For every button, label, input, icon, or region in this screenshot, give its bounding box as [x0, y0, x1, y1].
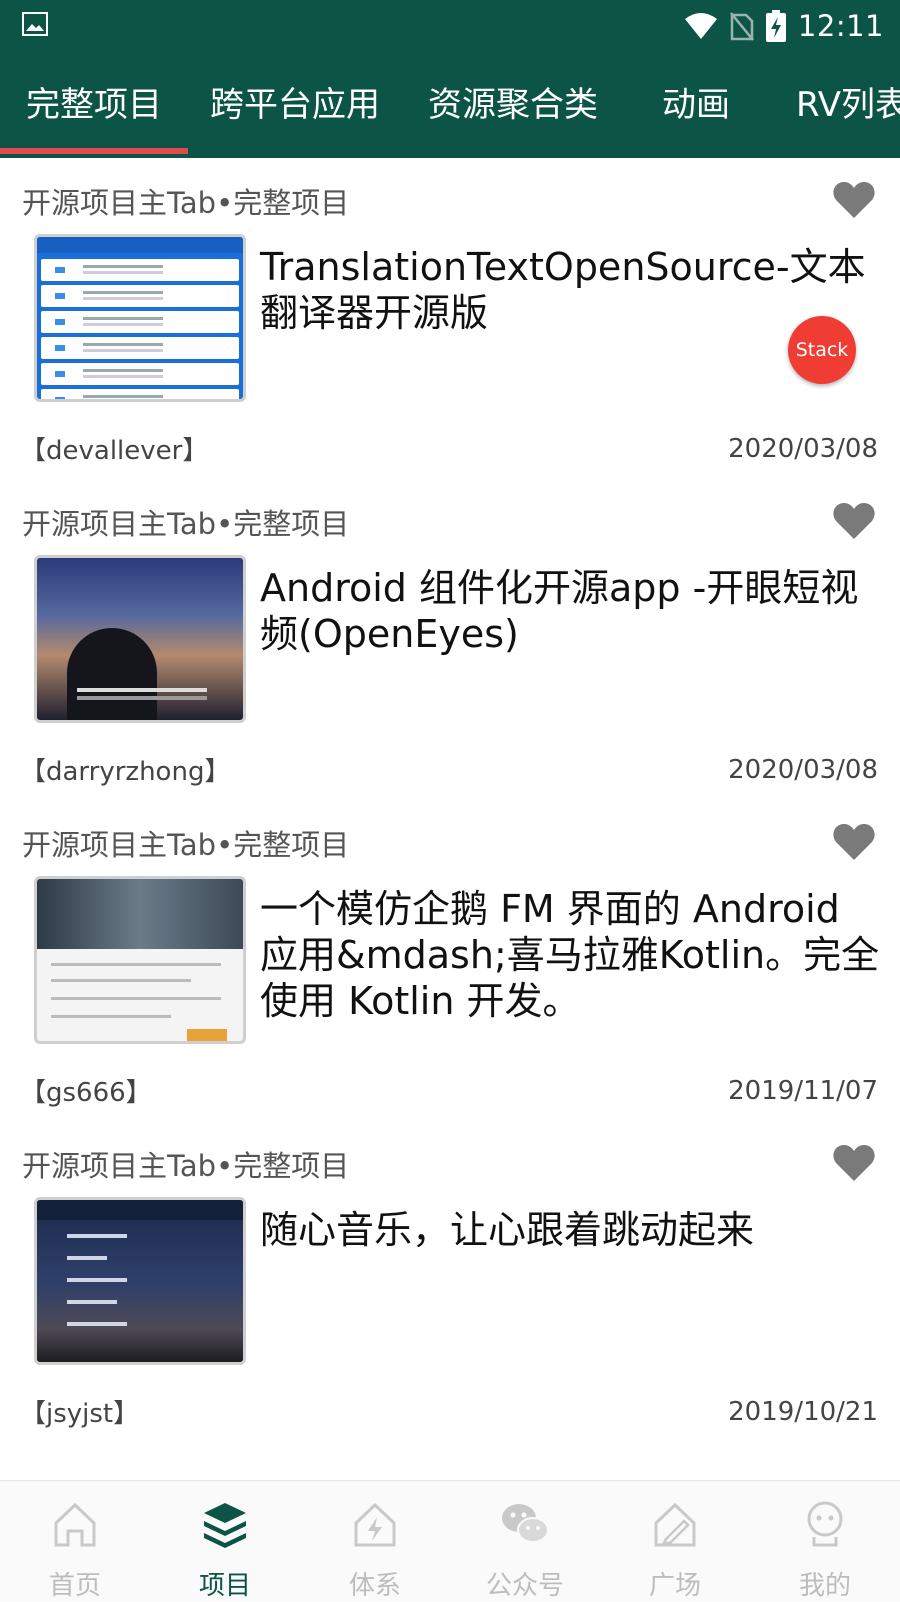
project-feed[interactable]: 开源项目主Tab•完整项目 TranslationTextOpenSource-…	[0, 158, 900, 1480]
favorite-heart-icon[interactable]	[832, 501, 876, 541]
battery-charging-icon	[765, 10, 786, 42]
nav-label: 我的	[798, 1571, 851, 1601]
card-category: 开源项目主Tab•完整项目	[22, 828, 350, 862]
plaza-icon	[654, 1502, 696, 1547]
nav-label: 首页	[48, 1571, 101, 1601]
project-title[interactable]: 一个模仿企鹅 FM 界面的 Android 应用&mdash;喜马拉雅Kotli…	[260, 886, 880, 1024]
favorite-heart-icon[interactable]	[832, 180, 876, 220]
wifi-icon	[684, 13, 717, 39]
project-date: 2019/10/21	[728, 1397, 878, 1427]
nav-label: 项目	[198, 1571, 251, 1601]
tab-rv-list[interactable]: RV列表	[796, 52, 900, 158]
project-card[interactable]: 开源项目主Tab•完整项目 随心音乐，让心跟着跳动起来 【jsyjst】 201…	[0, 1121, 900, 1449]
project-date: 2020/03/08	[728, 755, 878, 785]
card-category: 开源项目主Tab•完整项目	[22, 186, 350, 220]
project-thumbnail[interactable]	[34, 234, 246, 402]
project-author: 【jsyjst】	[20, 1399, 140, 1429]
nav-label: 体系	[348, 1571, 401, 1601]
nav-plaza[interactable]: 广场	[600, 1481, 750, 1601]
home-icon	[54, 1502, 96, 1547]
category-tab-bar: 完整项目 跨平台应用 资源聚合类 动画 RV列表	[0, 52, 900, 158]
project-thumbnail[interactable]	[34, 876, 246, 1044]
person-icon	[807, 1501, 843, 1547]
nav-mine[interactable]: 我的	[750, 1481, 900, 1601]
tab-complete-projects[interactable]: 完整项目	[26, 52, 162, 158]
nav-official-accounts[interactable]: 公众号	[450, 1481, 600, 1601]
lightning-house-icon	[354, 1502, 396, 1547]
layers-icon	[204, 1503, 246, 1548]
nav-projects[interactable]: 项目	[150, 1481, 300, 1601]
project-card[interactable]: 开源项目主Tab•完整项目 Android 组件化开源app -开眼短视频(Op…	[0, 479, 900, 807]
project-card[interactable]: 开源项目主Tab•完整项目 TranslationTextOpenSource-…	[0, 158, 900, 486]
favorite-heart-icon[interactable]	[832, 822, 876, 862]
project-title[interactable]: TranslationTextOpenSource-文本翻译器开源版	[260, 244, 880, 336]
project-thumbnail[interactable]	[34, 1197, 246, 1365]
project-date: 2019/11/07	[728, 1076, 878, 1106]
project-date: 2020/03/08	[728, 434, 878, 464]
no-sim-icon	[729, 12, 754, 41]
stack-fab-button[interactable]: Stack	[788, 316, 856, 384]
status-bar: 12:11	[0, 0, 900, 52]
favorite-heart-icon[interactable]	[832, 1143, 876, 1183]
project-card[interactable]: 开源项目主Tab•完整项目 一个模仿企鹅 FM 界面的 Android 应用&m…	[0, 800, 900, 1128]
card-category: 开源项目主Tab•完整项目	[22, 507, 350, 541]
project-author: 【gs666】	[20, 1078, 152, 1108]
active-tab-indicator	[0, 148, 188, 154]
image-notification-icon	[22, 12, 48, 36]
tab-animation[interactable]: 动画	[662, 52, 730, 158]
nav-home[interactable]: 首页	[0, 1481, 150, 1601]
nav-system[interactable]: 体系	[300, 1481, 450, 1601]
wechat-icon	[502, 1504, 549, 1543]
project-title[interactable]: Android 组件化开源app -开眼短视频(OpenEyes)	[260, 565, 880, 657]
nav-label: 公众号	[485, 1571, 564, 1601]
tab-resource-aggregation[interactable]: 资源聚合类	[428, 52, 598, 158]
nav-label: 广场	[648, 1571, 701, 1601]
project-thumbnail[interactable]	[34, 555, 246, 723]
bottom-navigation: 首页 项目 体系 公众号 广场 我的	[0, 1480, 900, 1601]
project-author: 【darryrzhong】	[20, 757, 231, 787]
card-category: 开源项目主Tab•完整项目	[22, 1149, 350, 1183]
tab-cross-platform[interactable]: 跨平台应用	[210, 52, 380, 158]
project-title[interactable]: 随心音乐，让心跟着跳动起来	[260, 1207, 880, 1253]
status-clock: 12:11	[797, 9, 884, 43]
project-author: 【devallever】	[20, 436, 209, 466]
